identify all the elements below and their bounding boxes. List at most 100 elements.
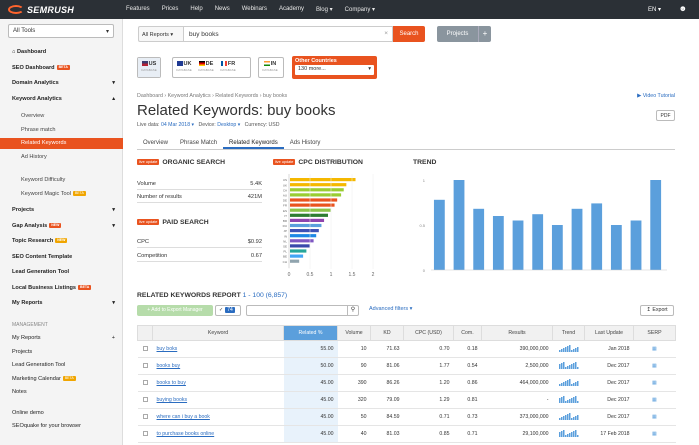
column-header[interactable]: CPC (USD) xyxy=(403,325,454,341)
column-header[interactable]: Related % xyxy=(283,325,338,341)
sidebar-item[interactable]: ⌂ Dashboard xyxy=(0,47,123,58)
nav-item[interactable]: Help xyxy=(190,6,202,13)
tab-phrase-match[interactable]: Phrase Match xyxy=(174,138,223,149)
language-select[interactable]: EN ▾ xyxy=(648,6,661,13)
table-row[interactable]: books to buy 45.00 390 86.26 1.20 0.86 464,000… xyxy=(137,374,676,392)
row-checkbox[interactable] xyxy=(137,425,153,443)
column-header[interactable]: Results xyxy=(481,325,553,341)
sidebar-item[interactable]: Online demo xyxy=(0,408,123,419)
organic-volume-row: Volume 5.4K xyxy=(137,179,262,190)
nav-item[interactable]: Blog ▾ xyxy=(316,6,333,13)
sidebar-item[interactable]: My Reports + xyxy=(0,333,123,344)
sidebar-item[interactable]: Notes xyxy=(0,387,123,398)
serp-icon[interactable]: ▦ xyxy=(633,357,676,375)
sidebar-item[interactable]: Domain Analytics ▾ xyxy=(0,78,123,89)
add-to-export-manager-button[interactable]: + Add to Export Manager xyxy=(137,305,213,316)
filter-input[interactable]: ⚲ xyxy=(246,305,359,316)
other-countries-select[interactable]: Other Countries 130 more... ▾ xyxy=(292,56,377,79)
tab-related-keywords[interactable]: Related Keywords xyxy=(223,138,284,149)
row-checkbox[interactable] xyxy=(137,340,153,358)
nav-item[interactable]: Company ▾ xyxy=(345,6,375,13)
row-checkbox[interactable] xyxy=(137,391,153,409)
nav-item[interactable]: News xyxy=(215,6,230,13)
sidebar-item[interactable]: Topic Research NEW xyxy=(0,236,123,247)
sidebar-item[interactable]: Keyword Analytics ▴ xyxy=(0,94,123,105)
column-header[interactable]: KD xyxy=(370,325,404,341)
row-checkbox[interactable] xyxy=(137,374,153,392)
serp-icon[interactable]: ▦ xyxy=(633,408,676,426)
sidebar-item[interactable]: SEOquake for your browser xyxy=(0,421,123,432)
breadcrumb[interactable]: Dashboard › Keyword Analytics › Related … xyxy=(137,93,287,99)
database-uk[interactable]: UK DATABASE xyxy=(173,58,195,77)
keyword-link[interactable]: where can i buy a book xyxy=(152,408,284,426)
column-header[interactable]: Trend xyxy=(552,325,585,341)
column-header[interactable]: SERP xyxy=(633,325,676,341)
row-checkbox[interactable] xyxy=(137,357,153,375)
table-row[interactable]: where can i buy a book 45.00 50 84.59 0.71 0.… xyxy=(137,408,676,426)
row-checkbox[interactable] xyxy=(137,408,153,426)
table-row[interactable]: to purchase books online 45.00 40 81.03 0.85… xyxy=(137,425,676,443)
column-header[interactable]: Volume xyxy=(337,325,371,341)
keyword-link[interactable]: books to buy xyxy=(152,374,284,392)
serp-icon[interactable]: ▦ xyxy=(633,374,676,392)
serp-icon[interactable]: ▦ xyxy=(633,391,676,409)
nav-item[interactable]: Prices xyxy=(162,6,179,13)
advanced-filters-toggle[interactable]: Advanced filters ▾ xyxy=(369,306,412,312)
column-header[interactable]: Com. xyxy=(453,325,482,341)
pdf-button[interactable]: PDF xyxy=(656,110,675,121)
tab-ads-history[interactable]: Ads History xyxy=(284,138,327,149)
nav-item[interactable]: Features xyxy=(126,6,150,13)
keyword-link[interactable]: buy boks xyxy=(152,340,284,358)
keyword-link[interactable]: buying books xyxy=(152,391,284,409)
search-button[interactable]: Search xyxy=(393,26,425,42)
table-row[interactable]: books buy 50.00 90 81.06 1.77 0.54 2,500,000 De… xyxy=(137,357,676,375)
sidebar-item[interactable]: Gap Analysis NEW ▾ xyxy=(0,221,123,232)
sidebar-item[interactable]: Projects ▾ xyxy=(0,205,123,216)
keyword-link[interactable]: books buy xyxy=(152,357,284,375)
export-button[interactable]: ↥ Export xyxy=(640,305,674,316)
sidebar-item[interactable]: Related Keywords xyxy=(0,138,123,149)
all-tools-select[interactable]: All Tools ▾ xyxy=(8,24,114,38)
sidebar-item[interactable]: Marketing Calendar BETA xyxy=(0,374,123,385)
sidebar-item[interactable]: Keyword Magic Tool BETA xyxy=(0,189,123,200)
sidebar-item[interactable]: SEO Content Template xyxy=(0,252,123,263)
keyword-link[interactable]: to purchase books online xyxy=(152,425,284,443)
sidebar-item[interactable]: Local Business Listings BETA xyxy=(0,283,123,294)
database-de[interactable]: DE DATABASE xyxy=(195,58,217,77)
column-header[interactable] xyxy=(137,325,153,341)
device-select[interactable]: Desktop ▾ xyxy=(217,122,240,128)
database-fr[interactable]: FR DATABASE xyxy=(217,58,239,77)
sidebar-item[interactable]: SEO Dashboard BETA xyxy=(0,63,123,74)
database-in[interactable]: IN DATABASE xyxy=(259,58,281,77)
sidebar-item[interactable]: Lead Generation Tool xyxy=(0,360,123,371)
column-header[interactable]: Keyword xyxy=(152,325,284,341)
video-tutorial-link[interactable]: ▶ Video Tutorial xyxy=(637,93,675,99)
sidebar-item[interactable]: Projects xyxy=(0,347,123,358)
column-header[interactable]: Last Update xyxy=(584,325,634,341)
sidebar-item[interactable]: My Reports ▾ xyxy=(0,298,123,309)
table-row[interactable]: buying books 45.00 320 79.09 1.29 0.81- Dec 20… xyxy=(137,391,676,409)
database-us[interactable]: US DATABASE xyxy=(138,58,160,77)
serp-icon[interactable]: ▦ xyxy=(633,340,676,358)
search-input[interactable]: buy books × xyxy=(183,26,393,42)
serp-icon[interactable]: ▦ xyxy=(633,425,676,443)
nav-item[interactable]: Webinars xyxy=(242,6,267,13)
nav-item[interactable]: Academy xyxy=(279,6,304,13)
select-all-checkbox[interactable]: ✓ 74 xyxy=(215,305,241,316)
live-data-select[interactable]: 04 Mar 2018 ▾ xyxy=(161,122,194,128)
tab-overview[interactable]: Overview xyxy=(137,138,174,149)
add-project-icon[interactable]: + xyxy=(478,26,491,42)
sidebar-item[interactable]: Ad History xyxy=(0,152,123,163)
clear-icon[interactable]: × xyxy=(384,30,388,37)
cell-vol: 90 xyxy=(337,357,371,375)
sidebar-item[interactable]: Overview xyxy=(0,111,123,122)
projects-button[interactable]: Projects + xyxy=(437,26,491,42)
sidebar-item[interactable]: Lead Generation Tool xyxy=(0,267,123,278)
table-row[interactable]: buy boks 55.00 10 71.63 0.70 0.18 390,000,000 J… xyxy=(137,340,676,358)
report-select[interactable]: All Reports ▾ xyxy=(138,26,183,42)
user-icon[interactable]: ☻ xyxy=(679,4,687,13)
sidebar-item[interactable]: Phrase match xyxy=(0,125,123,136)
sidebar-item[interactable]: Keyword Difficulty xyxy=(0,175,123,186)
search-icon[interactable]: ⚲ xyxy=(347,306,358,315)
semrush-logo[interactable]: SEMRUSH xyxy=(8,4,74,15)
